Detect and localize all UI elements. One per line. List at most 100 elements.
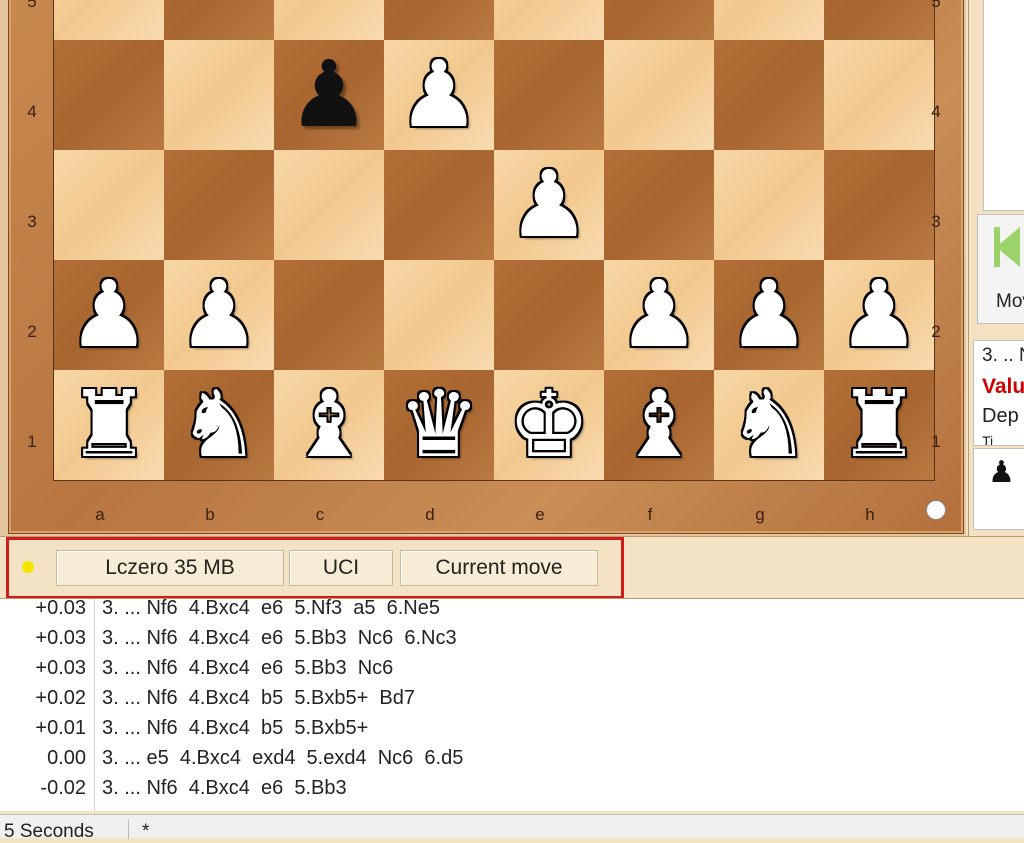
engine-line[interactable]: +0.03 3. ... Nf6 4.Bxc4 e6 5.Bb3 Nc6 6.Nc… <box>0 627 1024 657</box>
file-label: h <box>865 505 875 524</box>
white-piece-icon[interactable]: ♟ <box>398 49 480 141</box>
line-eval: +0.03 <box>35 627 86 649</box>
square-g1[interactable]: ♞ <box>714 370 824 480</box>
square-h3[interactable] <box>824 150 934 260</box>
square-d3[interactable] <box>384 150 494 260</box>
analysis-time: Ti <box>982 433 994 446</box>
white-piece-icon[interactable]: ♟ <box>618 269 700 361</box>
line-pv: 3. ... Nf6 4.Bxc4 e6 5.Nf3 a5 6.Ne5 <box>102 597 440 619</box>
analysis-move: 3. .. N <box>982 345 1024 366</box>
square-h1[interactable]: ♜ <box>824 370 934 480</box>
square-f1[interactable]: ♝ <box>604 370 714 480</box>
line-pv: 3. ... Nf6 4.Bxc4 e6 5.Bb3 <box>102 777 347 799</box>
pawn-icon: ♟ <box>988 455 1015 490</box>
file-label: f <box>647 505 653 524</box>
square-a1[interactable]: ♜ <box>54 370 164 480</box>
rank-label-right: 4 <box>931 102 941 121</box>
file-label: b <box>205 505 215 524</box>
square-f5[interactable] <box>604 0 714 40</box>
line-eval: +0.03 <box>35 597 86 619</box>
line-eval: 0.00 <box>47 747 86 769</box>
line-pv: 3. ... Nf6 4.Bxc4 e6 5.Bb3 Nc6 <box>102 657 394 679</box>
white-piece-icon[interactable]: ♟ <box>68 269 150 361</box>
square-c3[interactable] <box>274 150 384 260</box>
white-piece-icon[interactable]: ♜ <box>68 379 150 471</box>
time-control: 5 Seconds <box>4 821 94 842</box>
white-piece-icon[interactable]: ♜ <box>838 379 920 471</box>
square-h4[interactable] <box>824 40 934 150</box>
chessboard[interactable]: ♟ ♟ ♟ ♟ ♟ ♟ ♟ ♟ ♜ ♞ ♝ ♛ ♚ ♝ ♞ ♜ <box>53 0 935 481</box>
square-g5[interactable] <box>714 0 824 40</box>
white-piece-icon[interactable]: ♚ <box>508 379 590 471</box>
file-label: e <box>535 505 545 524</box>
go-back-arrow-icon <box>996 227 1020 267</box>
rank-label-left: 1 <box>27 432 37 451</box>
notation-pane <box>983 0 1024 211</box>
file-label: a <box>95 505 105 524</box>
rank-label-right: 2 <box>931 322 941 341</box>
square-d4[interactable]: ♟ <box>384 40 494 150</box>
analysis-value: Valu <box>982 375 1024 398</box>
white-piece-icon[interactable]: ♞ <box>178 379 260 471</box>
engine-line[interactable]: +0.03 3. ... Nf6 4.Bxc4 e6 5.Bb3 Nc6 <box>0 657 1024 687</box>
white-piece-icon[interactable]: ♟ <box>508 159 590 251</box>
white-piece-icon[interactable]: ♝ <box>618 379 700 471</box>
analysis-summary: 3. .. N Valu Dep Ti <box>973 340 1024 446</box>
engine-line[interactable]: +0.02 3. ... Nf6 4.Bxc4 b5 5.Bxb5+ Bd7 <box>0 687 1024 717</box>
square-b3[interactable] <box>164 150 274 260</box>
square-d1[interactable]: ♛ <box>384 370 494 480</box>
square-g3[interactable] <box>714 150 824 260</box>
square-e3[interactable]: ♟ <box>494 150 604 260</box>
square-b4[interactable] <box>164 40 274 150</box>
file-label: c <box>315 505 325 524</box>
square-c2[interactable] <box>274 260 384 370</box>
engine-line[interactable]: -0.02 3. ... Nf6 4.Bxc4 e6 5.Bb3 <box>0 777 1024 807</box>
square-g2[interactable]: ♟ <box>714 260 824 370</box>
square-h2[interactable]: ♟ <box>824 260 934 370</box>
white-piece-icon[interactable]: ♝ <box>288 379 370 471</box>
square-f4[interactable] <box>604 40 714 150</box>
rank-label-right: 3 <box>931 212 941 231</box>
square-a2[interactable]: ♟ <box>54 260 164 370</box>
square-a5[interactable] <box>54 0 164 40</box>
square-b5[interactable] <box>164 0 274 40</box>
file-label: g <box>755 505 765 524</box>
rank-label-right: 5 <box>931 0 941 11</box>
line-pv: 3. ... e5 4.Bxc4 exd4 5.exd4 Nc6 6.d5 <box>102 747 464 769</box>
rank-label-left: 5 <box>27 0 37 11</box>
square-d2[interactable] <box>384 260 494 370</box>
white-piece-icon[interactable]: ♞ <box>728 379 810 471</box>
square-e4[interactable] <box>494 40 604 150</box>
square-c5[interactable] <box>274 0 384 40</box>
square-c1[interactable]: ♝ <box>274 370 384 480</box>
square-e5[interactable] <box>494 0 604 40</box>
square-a3[interactable] <box>54 150 164 260</box>
line-eval: -0.02 <box>40 777 86 799</box>
square-d5[interactable] <box>384 0 494 40</box>
white-piece-icon[interactable]: ♟ <box>728 269 810 361</box>
square-g4[interactable] <box>714 40 824 150</box>
square-c4[interactable]: ♟ <box>274 40 384 150</box>
move-back-button[interactable]: Mov <box>977 214 1024 324</box>
engine-line[interactable]: +0.03 3. ... Nf6 4.Bxc4 e6 5.Nf3 a5 6.Ne5 <box>0 597 1024 627</box>
status-bar: 5 Seconds * <box>0 814 1024 842</box>
white-piece-icon[interactable]: ♟ <box>178 269 260 361</box>
white-piece-icon[interactable]: ♟ <box>838 269 920 361</box>
rank-label-left: 2 <box>27 322 37 341</box>
piece-panel: ♟ <box>973 448 1024 530</box>
square-f3[interactable] <box>604 150 714 260</box>
right-panel: Mov 3. .. N Valu Dep Ti ♟ <box>968 0 1024 536</box>
square-a4[interactable] <box>54 40 164 150</box>
engine-line[interactable]: 0.00 3. ... e5 4.Bxc4 exd4 5.exd4 Nc6 6.d… <box>0 747 1024 777</box>
black-piece-icon[interactable]: ♟ <box>288 49 370 141</box>
square-f2[interactable]: ♟ <box>604 260 714 370</box>
engine-lines[interactable]: +0.03 3. ... Nf6 4.Bxc4 e6 5.Nf3 a5 6.Ne5… <box>0 597 1024 811</box>
engine-line[interactable]: +0.01 3. ... Nf6 4.Bxc4 b5 5.Bxb5+ <box>0 717 1024 747</box>
square-b2[interactable]: ♟ <box>164 260 274 370</box>
square-e2[interactable] <box>494 260 604 370</box>
square-e1[interactable]: ♚ <box>494 370 604 480</box>
square-b1[interactable]: ♞ <box>164 370 274 480</box>
white-piece-icon[interactable]: ♛ <box>398 379 480 471</box>
square-h5[interactable] <box>824 0 934 40</box>
move-button-label: Mov <box>996 291 1024 312</box>
